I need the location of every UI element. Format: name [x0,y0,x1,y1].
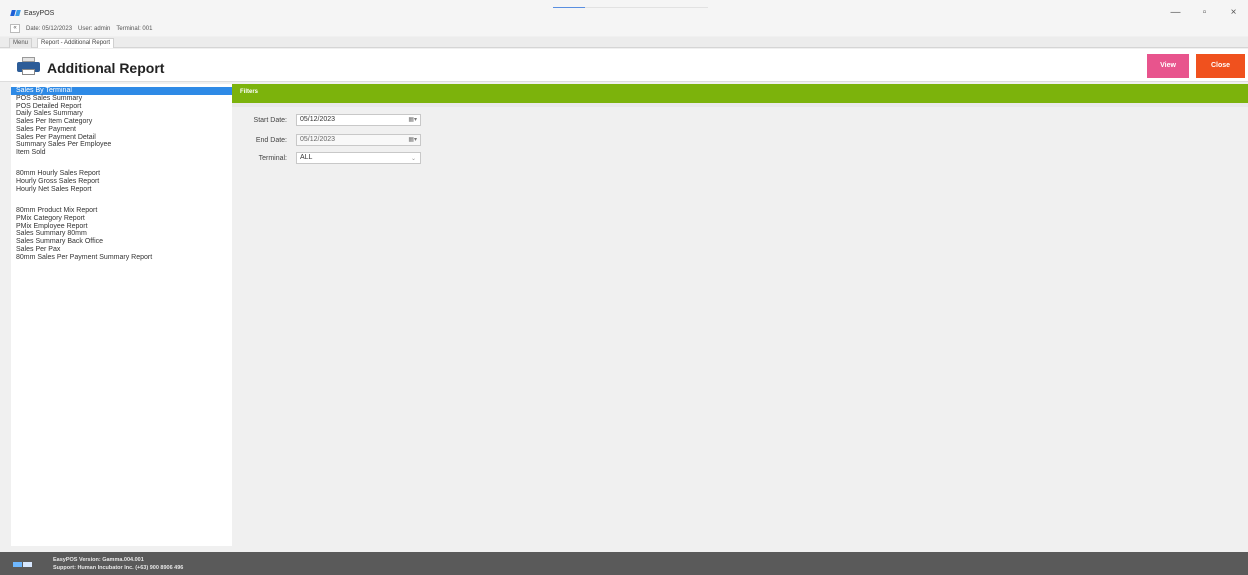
status-footer: EasyPOS Version: Gamma.004.001 Support: … [0,552,1248,575]
page-title: Additional Report [47,60,165,76]
app-title: EasyPOS [24,9,55,17]
page-header: Additional Report View Close [0,49,1248,82]
start-date-label: Start Date: [253,117,287,124]
tab-menu[interactable]: Menu [9,38,33,48]
report-list-item[interactable]: PMix Employee Report [11,223,232,231]
end-date-value: 05/12/2023 [300,136,336,143]
calendar-icon[interactable]: ▦▾ [408,137,417,144]
view-button[interactable]: View [1147,54,1189,78]
support-text: Support: Human Incubator Inc. (+63) 900 … [53,565,184,571]
session-info: « Date: 05/12/2023 User: admin Terminal:… [10,24,152,33]
minimize-button[interactable]: — [1161,6,1190,20]
version-text: EasyPOS Version: Gamma.004.001 [53,557,144,563]
end-date-field[interactable]: 05/12/2023 ▦▾ [296,134,421,146]
window-controls: — ▫ × [1161,6,1248,20]
tab-bar: Menu Report - Additional Report [0,37,1248,48]
report-list-item[interactable]: Sales Summary Back Office [11,238,232,246]
terminal-select[interactable]: ALL ⌄ [296,152,421,164]
report-list[interactable]: Sales By Terminal POS Sales Summary POS De… [11,84,232,546]
report-list-item[interactable]: Daily Sales Summary [11,110,232,118]
terminal-value: ALL [300,154,313,161]
app-name-row: EasyPOS [11,9,54,17]
report-list-item[interactable]: Sales Per Pax [11,246,232,254]
report-list-item[interactable]: Summary Sales Per Employee [11,141,232,149]
report-list-item[interactable]: PMix Category Report [11,215,232,223]
terminal-info: Terminal: 001 [116,25,153,32]
report-list-item[interactable]: Hourly Net Sales Report [11,186,232,194]
report-list-item[interactable]: Sales Summary 80mm [11,230,232,238]
date-info: Date: 05/12/2023 [26,25,73,32]
start-date-value: 05/12/2023 [300,116,336,123]
close-button[interactable]: Close [1196,54,1245,78]
end-date-label: End Date: [255,137,287,144]
loading-indicator [553,7,708,8]
close-window-button[interactable]: × [1219,6,1248,20]
report-list-item[interactable]: Item Sold [11,149,232,157]
terminal-label: Terminal: [258,155,287,162]
report-list-item[interactable]: 80mm Hourly Sales Report [11,170,232,178]
report-list-item[interactable]: Hourly Gross Sales Report [11,178,232,186]
report-list-item[interactable]: POS Sales Summary [11,95,232,103]
report-list-item[interactable]: POS Detailed Report [11,103,232,111]
company-logo-icon [13,562,33,568]
report-list-item[interactable]: 80mm Product Mix Report [11,207,232,215]
report-list-item[interactable]: Sales By Terminal [11,87,232,95]
printer-icon [17,57,40,75]
restore-button[interactable]: ▫ [1190,6,1219,20]
chevron-down-icon: ⌄ [410,156,416,162]
title-bar: EasyPOS « Date: 05/12/2023 User: admin T… [0,0,1248,36]
report-list-item[interactable]: 80mm Sales Per Payment Summary Report [11,254,232,262]
easypos-logo-icon [11,9,21,17]
tab-additional-report[interactable]: Report - Additional Report [37,38,115,48]
filters-header: Filters [232,84,1248,103]
back-button[interactable]: « [10,24,20,33]
report-list-item[interactable]: Sales Per Payment [11,126,232,134]
start-date-field[interactable]: 05/12/2023 ▦▾ [296,114,421,126]
report-list-item[interactable]: Sales Per Payment Detail [11,134,232,142]
calendar-icon[interactable]: ▦▾ [408,117,417,124]
report-list-item[interactable]: Sales Per Item Category [11,118,232,126]
user-info: User: admin [78,25,111,32]
filters-divider [232,103,1248,107]
